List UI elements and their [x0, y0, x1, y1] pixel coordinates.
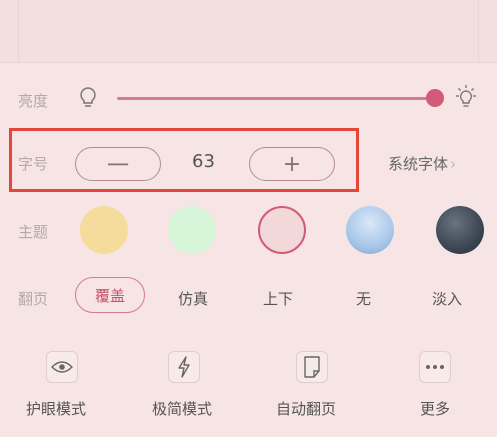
eye-icon[interactable] — [46, 351, 78, 383]
font-size-value: 63 — [192, 151, 215, 172]
divider — [18, 0, 19, 62]
theme-pink-selected[interactable] — [258, 206, 306, 254]
minimal-mode-label[interactable]: 极简模式 — [152, 398, 212, 419]
auto-page-label[interactable]: 自动翻页 — [276, 398, 336, 419]
font-family-label: 系统字体 — [388, 155, 449, 173]
bulb-dim-icon — [80, 87, 96, 107]
brightness-slider-thumb[interactable] — [426, 89, 444, 107]
theme-dark-landscape[interactable] — [436, 206, 484, 254]
page-turn-option-simulation[interactable]: 仿真 — [178, 288, 208, 309]
brightness-label: 亮度 — [18, 92, 49, 110]
eye-care-mode-label[interactable]: 护眼模式 — [26, 398, 86, 419]
lightning-icon[interactable] — [168, 351, 200, 383]
bulb-bright-icon — [456, 85, 476, 107]
theme-blue-landscape[interactable] — [346, 206, 394, 254]
increase-font-button[interactable]: + — [249, 147, 335, 181]
reading-content-area — [0, 0, 497, 63]
more-icon[interactable] — [419, 351, 451, 383]
page-turn-option-scroll[interactable]: 上下 — [263, 288, 293, 309]
page-turn-label: 翻页 — [18, 290, 49, 308]
page-turn-option-label: 覆盖 — [94, 286, 125, 305]
font-family-link[interactable]: 系统字体 › — [388, 153, 456, 174]
page-icon[interactable] — [296, 351, 328, 383]
theme-label: 主题 — [18, 223, 49, 241]
decrease-font-button[interactable]: 一 — [75, 147, 161, 181]
page-turn-option-cover[interactable]: 覆盖 — [75, 277, 145, 313]
font-size-label: 字号 — [18, 155, 49, 173]
brightness-slider-track[interactable] — [117, 97, 435, 100]
chevron-right-icon: › — [450, 155, 457, 173]
plus-icon: + — [282, 151, 302, 177]
page-turn-option-none[interactable]: 无 — [356, 288, 371, 309]
minus-icon: 一 — [106, 154, 129, 179]
divider — [478, 0, 479, 62]
more-label[interactable]: 更多 — [420, 398, 450, 419]
theme-yellow[interactable] — [80, 206, 128, 254]
theme-green[interactable] — [168, 206, 216, 254]
page-turn-option-fade[interactable]: 淡入 — [432, 288, 462, 309]
